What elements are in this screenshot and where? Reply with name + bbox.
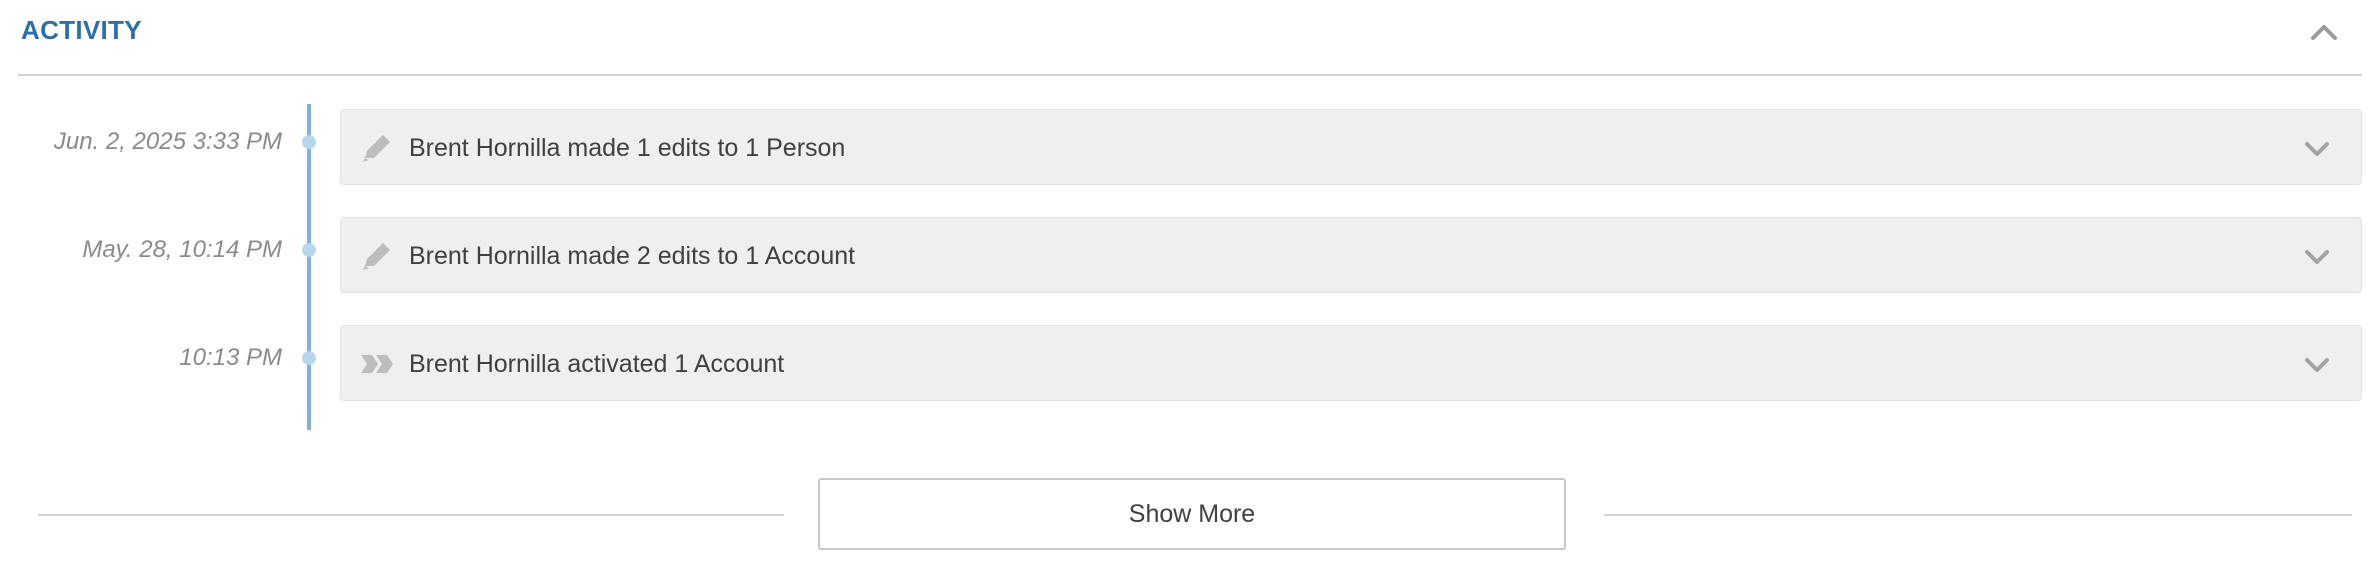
activity-item-text: Brent Hornilla made 2 edits to 1 Account <box>409 242 856 270</box>
timeline-timestamp: Jun. 2, 2025 3:33 PM <box>53 128 282 155</box>
chevron-down-icon[interactable] <box>2299 238 2335 274</box>
section-title: ACTIVITY <box>21 15 142 45</box>
timeline-line <box>307 104 311 430</box>
timeline-timestamp: May. 28, 10:14 PM <box>82 236 282 263</box>
activity-item[interactable]: Brent Hornilla made 1 edits to 1 Person <box>340 109 2362 185</box>
activity-panel: ACTIVITY Jun. 2, 2025 3:33 PM Brent Horn… <box>0 0 2380 582</box>
timeline-dot <box>302 135 316 149</box>
activate-icon <box>361 355 393 373</box>
timeline-dot <box>302 243 316 257</box>
activity-header: ACTIVITY <box>18 0 2362 76</box>
chevron-down-icon[interactable] <box>2299 346 2335 382</box>
activity-item-text: Brent Hornilla made 1 edits to 1 Person <box>409 134 846 162</box>
collapse-button[interactable] <box>2304 12 2344 52</box>
timeline-timestamp: 10:13 PM <box>179 344 282 371</box>
divider-left <box>38 514 784 516</box>
show-more-button[interactable]: Show More <box>818 478 1566 550</box>
activity-item[interactable]: Brent Hornilla activated 1 Account <box>340 325 2362 401</box>
pencil-icon <box>363 135 390 162</box>
chevron-down-icon[interactable] <box>2299 130 2335 166</box>
timeline-dot <box>302 351 316 365</box>
activity-item[interactable]: Brent Hornilla made 2 edits to 1 Account <box>340 217 2362 293</box>
activity-item-text: Brent Hornilla activated 1 Account <box>409 350 785 378</box>
divider-right <box>1604 514 2352 516</box>
pencil-icon <box>363 243 390 270</box>
chevron-up-icon <box>2311 25 2337 40</box>
